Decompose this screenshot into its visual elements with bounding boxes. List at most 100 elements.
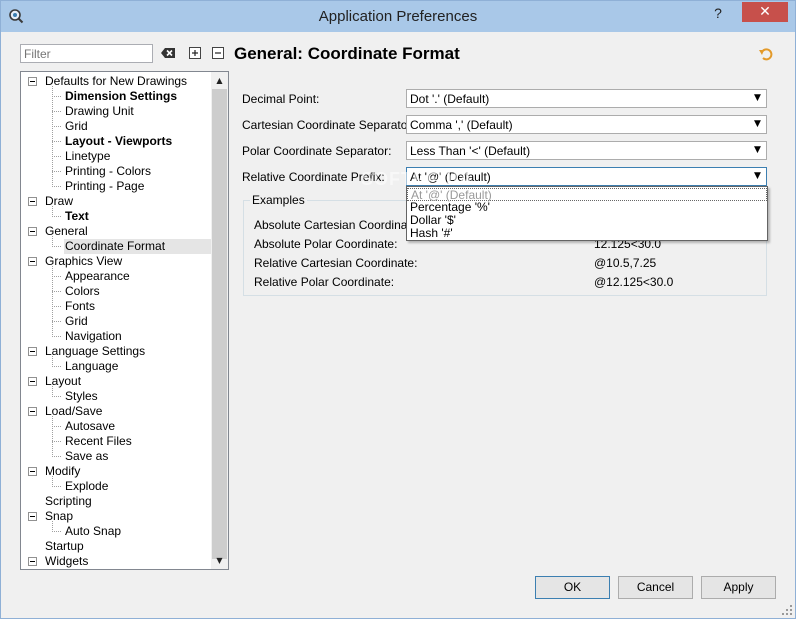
chevron-down-icon[interactable]: ▼ xyxy=(751,91,764,106)
collapse-icon[interactable] xyxy=(28,377,37,386)
decimal-point-value: Dot '.' (Default) xyxy=(410,92,490,106)
tree-connector xyxy=(52,366,61,367)
tree-item[interactable]: Defaults for New Drawings xyxy=(45,74,187,89)
tree-item[interactable]: Layout xyxy=(45,374,81,389)
tree-connector xyxy=(52,156,61,157)
tree-item[interactable]: Language xyxy=(64,359,121,374)
title-bar[interactable]: Application Preferences ? ✕ xyxy=(1,1,795,32)
tree-connector xyxy=(52,321,61,322)
chevron-down-icon[interactable]: ▼ xyxy=(751,117,764,132)
tree-item[interactable]: Printing - Colors xyxy=(64,164,154,179)
tree-item[interactable]: Layout - Viewports xyxy=(64,134,175,149)
polar-separator-select[interactable]: Less Than '<' (Default) ▼ xyxy=(406,141,767,160)
tree-item[interactable]: Startup xyxy=(45,539,84,554)
tree-item[interactable]: Appearance xyxy=(64,269,133,284)
tree-item[interactable]: Text xyxy=(64,209,92,224)
undo-icon[interactable] xyxy=(758,46,774,62)
example-label: Absolute Polar Coordinate: xyxy=(254,237,398,251)
tree-connector xyxy=(52,426,61,427)
tree-item[interactable]: Save as xyxy=(64,449,111,464)
close-button[interactable]: ✕ xyxy=(742,2,788,22)
tree-connector xyxy=(52,141,61,142)
decimal-point-select[interactable]: Dot '.' (Default) ▼ xyxy=(406,89,767,108)
relative-prefix-dropdown[interactable]: At '@' (Default) Percentage '%' Dollar '… xyxy=(406,186,768,241)
tree-item[interactable]: Navigation xyxy=(64,329,125,344)
tree-item[interactable]: Styles xyxy=(64,389,101,404)
tree-item[interactable]: Colors xyxy=(64,284,103,299)
tree-connector xyxy=(52,306,61,307)
dropdown-option[interactable]: Dollar '$' xyxy=(407,214,767,227)
collapse-icon[interactable] xyxy=(28,197,37,206)
tree-item[interactable]: Graphics View xyxy=(45,254,122,269)
example-label: Relative Cartesian Coordinate: xyxy=(254,256,418,270)
tree-item[interactable]: Explode xyxy=(64,479,111,494)
example-value: @12.125<30.0 xyxy=(594,275,674,289)
tree-item[interactable]: Grid xyxy=(64,119,91,134)
chevron-down-icon[interactable]: ▼ xyxy=(751,143,764,158)
tree-item[interactable]: Snap xyxy=(45,509,73,524)
tree-connector xyxy=(52,246,61,247)
tree-connector xyxy=(52,186,61,187)
collapse-icon[interactable] xyxy=(28,347,37,356)
cancel-button[interactable]: Cancel xyxy=(618,576,693,599)
tree-connector xyxy=(52,96,61,97)
filter-input[interactable] xyxy=(20,44,153,63)
collapse-icon[interactable] xyxy=(28,512,37,521)
collapse-icon[interactable] xyxy=(28,467,37,476)
tree-connector xyxy=(52,111,61,112)
decimal-point-label: Decimal Point: xyxy=(242,92,320,106)
tree-item[interactable]: Dimension Settings xyxy=(64,89,180,104)
window-title: Application Preferences xyxy=(318,8,478,25)
tree-item[interactable]: Scripting xyxy=(45,494,92,509)
collapse-icon[interactable] xyxy=(28,557,37,566)
clear-filter-icon[interactable] xyxy=(160,45,176,61)
tree-item[interactable]: Draw xyxy=(45,194,73,209)
tree-item[interactable]: Coordinate Format xyxy=(64,239,228,254)
collapse-icon[interactable] xyxy=(28,257,37,266)
tree-connector xyxy=(52,416,53,457)
tree-item[interactable]: Language Settings xyxy=(45,344,145,359)
scroll-up-arrow-icon[interactable]: ▲ xyxy=(211,72,228,89)
page-title: General: Coordinate Format xyxy=(234,44,460,63)
example-value: @10.5,7.25 xyxy=(594,256,657,270)
tree-item[interactable]: Grid xyxy=(64,314,91,329)
tree-connector xyxy=(52,126,61,127)
tree-item[interactable]: Printing - Page xyxy=(64,179,147,194)
tree-connector xyxy=(52,276,61,277)
chevron-down-icon[interactable]: ▼ xyxy=(751,169,764,184)
collapse-icon[interactable] xyxy=(28,407,37,416)
preferences-window: Application Preferences ? ✕ Defaults for… xyxy=(0,0,796,619)
tree-item[interactable]: Drawing Unit xyxy=(64,104,137,119)
tree-connector xyxy=(52,291,61,292)
resize-grip-icon[interactable] xyxy=(781,604,793,616)
cartesian-separator-value: Comma ',' (Default) xyxy=(410,118,513,132)
example-label: Absolute Cartesian Coordinate: xyxy=(254,218,421,232)
expand-all-icon[interactable] xyxy=(187,45,203,61)
dropdown-option[interactable]: Hash '#' xyxy=(407,227,767,240)
tree-item[interactable]: General xyxy=(45,224,88,239)
tree-item[interactable]: Auto Snap xyxy=(64,524,124,539)
tree-item[interactable]: Widgets xyxy=(45,554,88,569)
tree-connector xyxy=(52,456,61,457)
help-button[interactable]: ? xyxy=(707,5,729,25)
tree-connector xyxy=(52,486,61,487)
tree-item[interactable]: Linetype xyxy=(64,149,113,164)
tree-item[interactable]: Load/Save xyxy=(45,404,102,419)
collapse-icon[interactable] xyxy=(28,77,37,86)
collapse-icon[interactable] xyxy=(28,227,37,236)
tree-connector xyxy=(52,336,61,337)
tree-item[interactable]: Autosave xyxy=(64,419,118,434)
apply-button[interactable]: Apply xyxy=(701,576,776,599)
collapse-all-icon[interactable] xyxy=(210,45,226,61)
scrollbar-thumb[interactable] xyxy=(212,89,227,559)
dropdown-option[interactable]: Percentage '%' xyxy=(407,201,767,214)
tree-connector xyxy=(52,396,61,397)
scroll-down-arrow-icon[interactable]: ▼ xyxy=(211,552,228,569)
tree-item[interactable]: Fonts xyxy=(64,299,98,314)
ok-button[interactable]: OK xyxy=(535,576,610,599)
cartesian-separator-select[interactable]: Comma ',' (Default) ▼ xyxy=(406,115,767,134)
settings-tree[interactable]: Defaults for New Drawings Dimension Setti… xyxy=(20,71,229,570)
tree-item[interactable]: Modify xyxy=(45,464,80,479)
tree-scrollbar[interactable]: ▲ ▼ xyxy=(211,72,228,569)
tree-item[interactable]: Recent Files xyxy=(64,434,135,449)
